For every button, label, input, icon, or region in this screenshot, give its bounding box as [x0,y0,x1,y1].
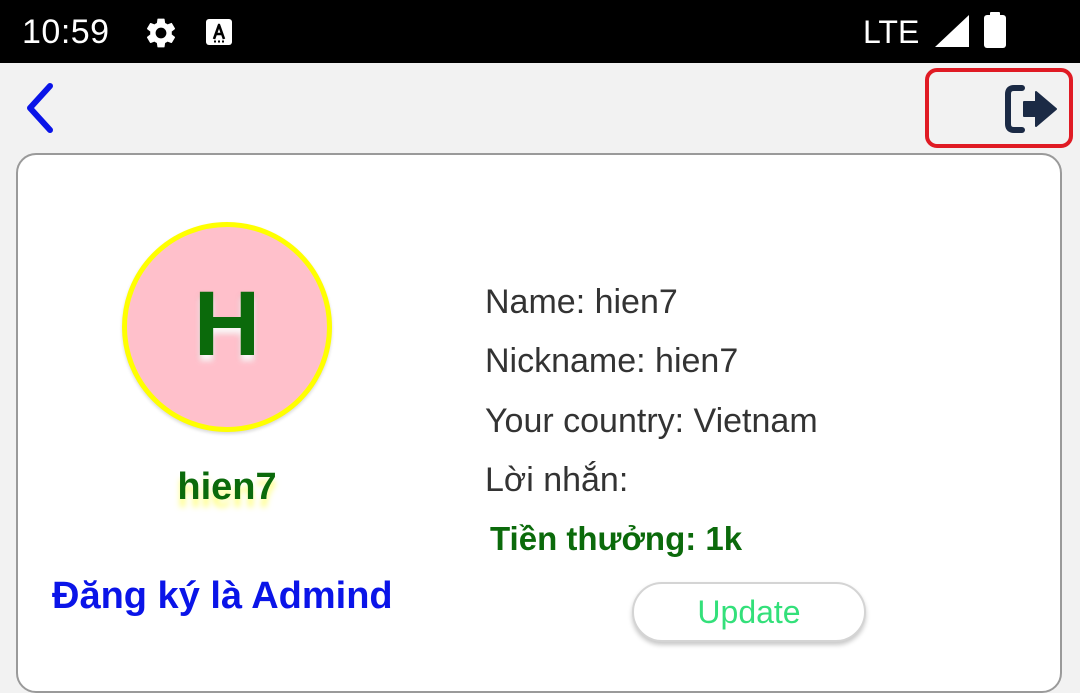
status-bar: 10:59 LTE [0,0,1080,63]
battery-icon [984,12,1006,48]
nickname-field: Nickname: hien7 [485,342,739,380]
signal-icon [935,15,969,47]
network-type: LTE [863,14,920,50]
update-button[interactable]: Update [632,582,866,642]
accessibility-a-icon [206,19,232,45]
reward-text: Tiền thưởng: 1k [490,520,743,557]
name-field: Name: hien7 [485,283,678,321]
back-button[interactable] [18,80,62,136]
chevron-left-icon [27,83,53,133]
username: hien7 [177,466,277,508]
message-field: Lời nhắn: [485,461,629,499]
gear-icon [146,18,176,48]
country-field: Your country: Vietnam [485,402,818,440]
logout-button[interactable] [1004,84,1060,134]
logout-icon [1005,85,1057,133]
register-admin-link[interactable]: Đăng ký là Admind [52,575,393,618]
avatar: H [122,222,332,432]
avatar-letter: H [193,273,261,375]
status-time: 10:59 [22,13,110,51]
